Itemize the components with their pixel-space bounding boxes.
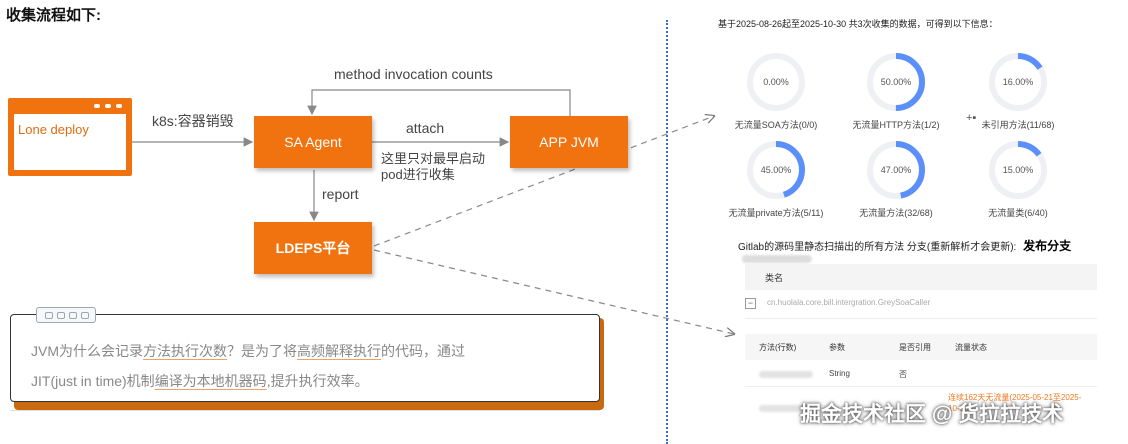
col-referenced: 是否引用 [899,343,931,352]
edge-label-report: report [322,186,359,202]
gauge-percent: 45.00% [760,165,792,175]
edge-label-k8s: k8s:容器销毁 [152,113,234,129]
clip-tab [36,307,96,323]
window-dot [105,104,111,108]
class-name: cn.huolala.core.bill.intergration.GreySo… [767,298,931,307]
edge-label-attach: attach [406,120,445,136]
table-header-classname: 类名 [765,273,784,283]
note-segment: JVM为什么会记录 [31,343,143,359]
panel-header: 基于2025-08-26起至2025-10-30 共3次收集的数据，可得到以下信… [718,19,998,29]
arrow-method-counts [307,89,571,116]
gauge-percent: 15.00% [1002,165,1034,175]
note-line-2: JIT(just in time)机制编译为本地机器码,提升执行效率。 [31,371,369,391]
note-segment: 编译为本地机器码 [154,373,267,389]
app-jvm-node: APP JVM [510,116,628,168]
edge-label-method-counts: method invocation counts [334,66,493,82]
gauge-percent: 0.00% [763,77,789,87]
attach-note-line2: pod进行收集 [381,167,455,182]
ldeps-node: LDEPS平台 [254,222,372,274]
method-blur [759,371,813,378]
table-row[interactable]: − cn.huolala.core.bill.intergration.Grey… [745,290,1097,319]
gauge-label: 无流量HTTP方法(1/2) [852,120,940,130]
note-segment: 的代码，通过 [381,343,465,359]
note-segment: 高频解释执行 [297,343,381,359]
branch-name: 发布分支 [1023,239,1072,253]
gauge-label: 无流量类(6/40) [988,208,1048,218]
gauge-label: 无流量方法(32/68) [859,208,933,218]
lone-deploy-window: Lone deploy [8,98,132,176]
row-referenced: 否 [899,370,907,379]
sa-agent-node: SA Agent [254,116,372,168]
note-segment: ,提升执行效率。 [266,373,369,389]
table-row[interactable]: String 否 [745,362,1097,387]
section-title: Gitlab的源码里静态扫描出的所有方法 分支(重新解析才会更新): 发布分支 [738,237,1128,265]
gauge-percent: 47.00% [880,165,912,175]
note-segment: JIT(just in time)机制 [31,373,155,389]
window-dot [94,104,100,108]
window-dot [116,104,122,108]
col-traffic: 流量状态 [955,343,987,352]
clip-dot [57,312,65,319]
note-segment: ？是为了将 [227,343,297,359]
method-table-header: 方法(行数) 参数 是否引用 流量状态 [745,334,1097,360]
col-method: 方法(行数) [759,343,797,352]
gauge-percent: 16.00% [1002,77,1034,87]
note-line-1: JVM为什么会记录方法执行次数？是为了将高频解释执行的代码，通过 [31,341,465,361]
gauge-label: 无流量private方法(5/11) [728,208,824,218]
clip-dot [69,312,77,319]
branch-blur [742,255,812,264]
lone-deploy-label: Lone deploy [18,122,89,137]
cursor-icon: +▪ [966,112,977,124]
clip-dot [45,312,53,319]
divider-dotted [666,20,668,444]
next-card-edge [10,410,600,441]
gauge-percent: 50.00% [880,77,912,87]
gauge-label: 无流量SOA方法(0/0) [734,120,818,130]
watermark: 掘金技术社区 @ 货拉拉技术 [800,403,1064,426]
table-header: 类名 [745,264,1097,290]
note-segment: 方法执行次数 [143,343,227,359]
note-card: JVM为什么会记录方法执行次数？是为了将高频解释执行的代码，通过 JIT(jus… [10,314,600,402]
collapse-icon[interactable]: − [745,298,756,309]
col-param: 参数 [829,343,845,352]
section-title-text: Gitlab的源码里静态扫描出的所有方法 分支(重新解析才会更新): [738,242,1017,253]
clip-dot [81,312,89,319]
row-param: String [829,369,850,378]
